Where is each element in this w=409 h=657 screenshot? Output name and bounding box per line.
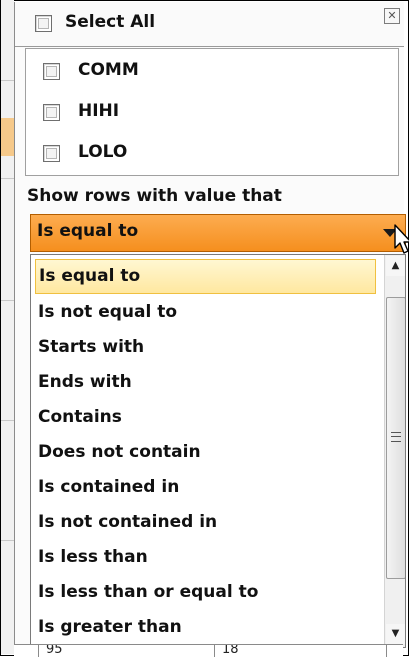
condition-label: Show rows with value that	[27, 186, 282, 206]
option-is-less-than[interactable]: Is less than	[35, 540, 376, 575]
scroll-up-icon[interactable]: ▲	[386, 256, 405, 276]
value-checkbox[interactable]	[43, 104, 60, 121]
option-is-not-equal-to[interactable]: Is not equal to	[35, 295, 376, 330]
scroll-down-icon[interactable]: ▼	[386, 624, 405, 644]
option-is-less-than-or-equal-to[interactable]: Is less than or equal to	[35, 575, 376, 610]
option-does-not-contain[interactable]: Does not contain	[35, 435, 376, 470]
value-label: HIHI	[78, 101, 120, 121]
grid-cell-divider	[214, 645, 215, 657]
background-row-line	[1, 420, 14, 421]
close-icon[interactable]: ✕	[384, 8, 400, 24]
mouse-cursor-icon	[394, 224, 409, 254]
grid-cell-divider	[38, 645, 39, 657]
options-scrollbar[interactable]: ▲ ▼	[384, 255, 405, 647]
grid-cell: 18	[222, 645, 239, 657]
option-is-equal-to[interactable]: Is equal to	[35, 259, 376, 294]
condition-dropdown[interactable]: Is equal to	[30, 214, 406, 252]
grid-cell-divider	[386, 645, 387, 657]
value-label: LOLO	[78, 142, 128, 162]
option-is-greater-than[interactable]: Is greater than	[35, 610, 376, 645]
value-item-lolo[interactable]: LOLO	[26, 133, 398, 173]
option-is-not-contained-in[interactable]: Is not contained in	[35, 505, 376, 540]
background-grid-row: 95 18	[14, 644, 403, 657]
value-checkbox[interactable]	[43, 63, 60, 80]
background-row-line	[1, 178, 14, 179]
select-all-checkbox[interactable]	[35, 15, 52, 32]
background-row-line	[1, 300, 14, 301]
grip-icon	[391, 432, 401, 442]
value-checkbox[interactable]	[43, 145, 60, 162]
value-list: COMM HIHI LOLO	[25, 48, 399, 176]
scrollbar-thumb[interactable]	[386, 297, 405, 579]
option-contains[interactable]: Contains	[35, 400, 376, 435]
option-starts-with[interactable]: Starts with	[35, 330, 376, 365]
background-row-line	[1, 80, 14, 81]
filter-popup: Select All ✕ COMM HIHI LOLO Show rows wi…	[14, 2, 409, 657]
background-grid-edge	[1, 0, 14, 654]
value-label: COMM	[78, 60, 139, 80]
condition-options-list: Is equal to Is not equal to Starts with …	[30, 254, 406, 648]
option-is-contained-in[interactable]: Is contained in	[35, 470, 376, 505]
grid-cell: 95	[46, 645, 63, 657]
option-ends-with[interactable]: Ends with	[35, 365, 376, 400]
select-all-row[interactable]: Select All ✕	[15, 2, 404, 47]
background-row-line	[1, 540, 14, 541]
select-all-label: Select All	[65, 12, 156, 32]
background-selected-cell	[1, 118, 14, 156]
condition-selected-value: Is equal to	[37, 221, 139, 241]
value-item-hihi[interactable]: HIHI	[26, 92, 398, 132]
value-item-comm[interactable]: COMM	[26, 51, 398, 91]
